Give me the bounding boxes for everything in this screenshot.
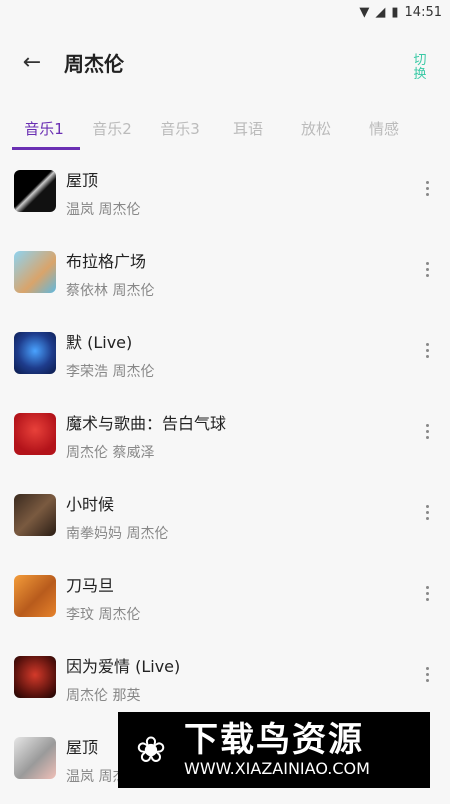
more-options-icon[interactable] xyxy=(422,181,432,196)
song-title: 屋顶 xyxy=(66,171,99,190)
tab-relax[interactable]: 放松 xyxy=(282,100,350,156)
tab-music2[interactable]: 音乐2 xyxy=(78,100,146,156)
album-cover xyxy=(14,656,56,698)
active-tab-indicator xyxy=(12,147,80,150)
song-title: 小时候 xyxy=(66,495,115,514)
song-artist: 周杰伦 那英 xyxy=(66,688,141,704)
tab-emotion[interactable]: 情感 xyxy=(350,100,418,156)
album-cover xyxy=(14,737,56,779)
album-cover xyxy=(14,251,56,293)
song-artist: 南拳妈妈 周杰伦 xyxy=(66,526,169,542)
list-item[interactable]: 布拉格广场 蔡依林 周杰伦 xyxy=(0,237,450,318)
song-artist: 李荣浩 周杰伦 xyxy=(66,364,155,380)
tab-music3[interactable]: 音乐3 xyxy=(146,100,214,156)
status-bar: ▼ ◢ ▮ 14:51 xyxy=(0,0,450,24)
album-cover xyxy=(14,170,56,212)
bird-logo-icon: ❀ xyxy=(135,729,167,771)
more-options-icon[interactable] xyxy=(422,505,432,520)
song-title: 魔术与歌曲：告白气球 xyxy=(66,414,227,433)
wifi-icon: ▼ xyxy=(359,4,370,20)
song-title: 默 (Live) xyxy=(66,333,133,352)
more-options-icon[interactable] xyxy=(422,586,432,601)
switch-button[interactable]: 切换 xyxy=(412,54,428,82)
tab-bar: 音乐1 音乐2 音乐3 耳语 放松 情感 xyxy=(0,100,450,156)
song-list: 屋顶 温岚 周杰伦 布拉格广场 蔡依林 周杰伦 默 (Live) 李荣浩 周杰伦… xyxy=(0,156,450,804)
watermark-url: WWW.XIAZAINIAO.COM xyxy=(184,759,370,778)
song-title: 因为爱情 (Live) xyxy=(66,657,181,676)
page-title: 周杰伦 xyxy=(64,51,124,76)
status-time: 14:51 xyxy=(404,4,442,20)
list-item[interactable]: 小时候 南拳妈妈 周杰伦 xyxy=(0,480,450,561)
album-cover xyxy=(14,575,56,617)
song-artist: 温岚 周杰伦 xyxy=(66,202,141,218)
more-options-icon[interactable] xyxy=(422,262,432,277)
signal-icon: ◢ xyxy=(375,4,386,20)
list-item[interactable]: 因为爱情 (Live) 周杰伦 那英 xyxy=(0,642,450,723)
song-title: 刀马旦 xyxy=(66,576,115,595)
list-item[interactable]: 魔术与歌曲：告白气球 周杰伦 蔡威泽 xyxy=(0,399,450,480)
more-options-icon[interactable] xyxy=(422,343,432,358)
watermark-text: 下载鸟资源 WWW.XIAZAINIAO.COM xyxy=(184,721,370,779)
list-item[interactable]: 屋顶 温岚 周杰伦 xyxy=(0,156,450,237)
header: ← 周杰伦 切换 xyxy=(0,24,450,100)
watermark-title: 下载鸟资源 xyxy=(184,720,364,760)
song-artist: 李玟 周杰伦 xyxy=(66,607,141,623)
watermark-banner: ❀ 下载鸟资源 WWW.XIAZAINIAO.COM xyxy=(118,712,430,788)
song-artist: 蔡依林 周杰伦 xyxy=(66,283,155,299)
more-options-icon[interactable] xyxy=(422,667,432,682)
album-cover xyxy=(14,494,56,536)
album-cover xyxy=(14,332,56,374)
more-options-icon[interactable] xyxy=(422,424,432,439)
battery-icon: ▮ xyxy=(391,4,399,20)
list-item[interactable]: 默 (Live) 李荣浩 周杰伦 xyxy=(0,318,450,399)
song-title: 布拉格广场 xyxy=(66,252,147,271)
song-title: 屋顶 xyxy=(66,738,99,757)
song-artist: 周杰伦 蔡威泽 xyxy=(66,445,155,461)
album-cover xyxy=(14,413,56,455)
list-item[interactable]: 刀马旦 李玟 周杰伦 xyxy=(0,561,450,642)
tab-whisper[interactable]: 耳语 xyxy=(214,100,282,156)
arrow-left-icon[interactable]: ← xyxy=(0,24,64,100)
